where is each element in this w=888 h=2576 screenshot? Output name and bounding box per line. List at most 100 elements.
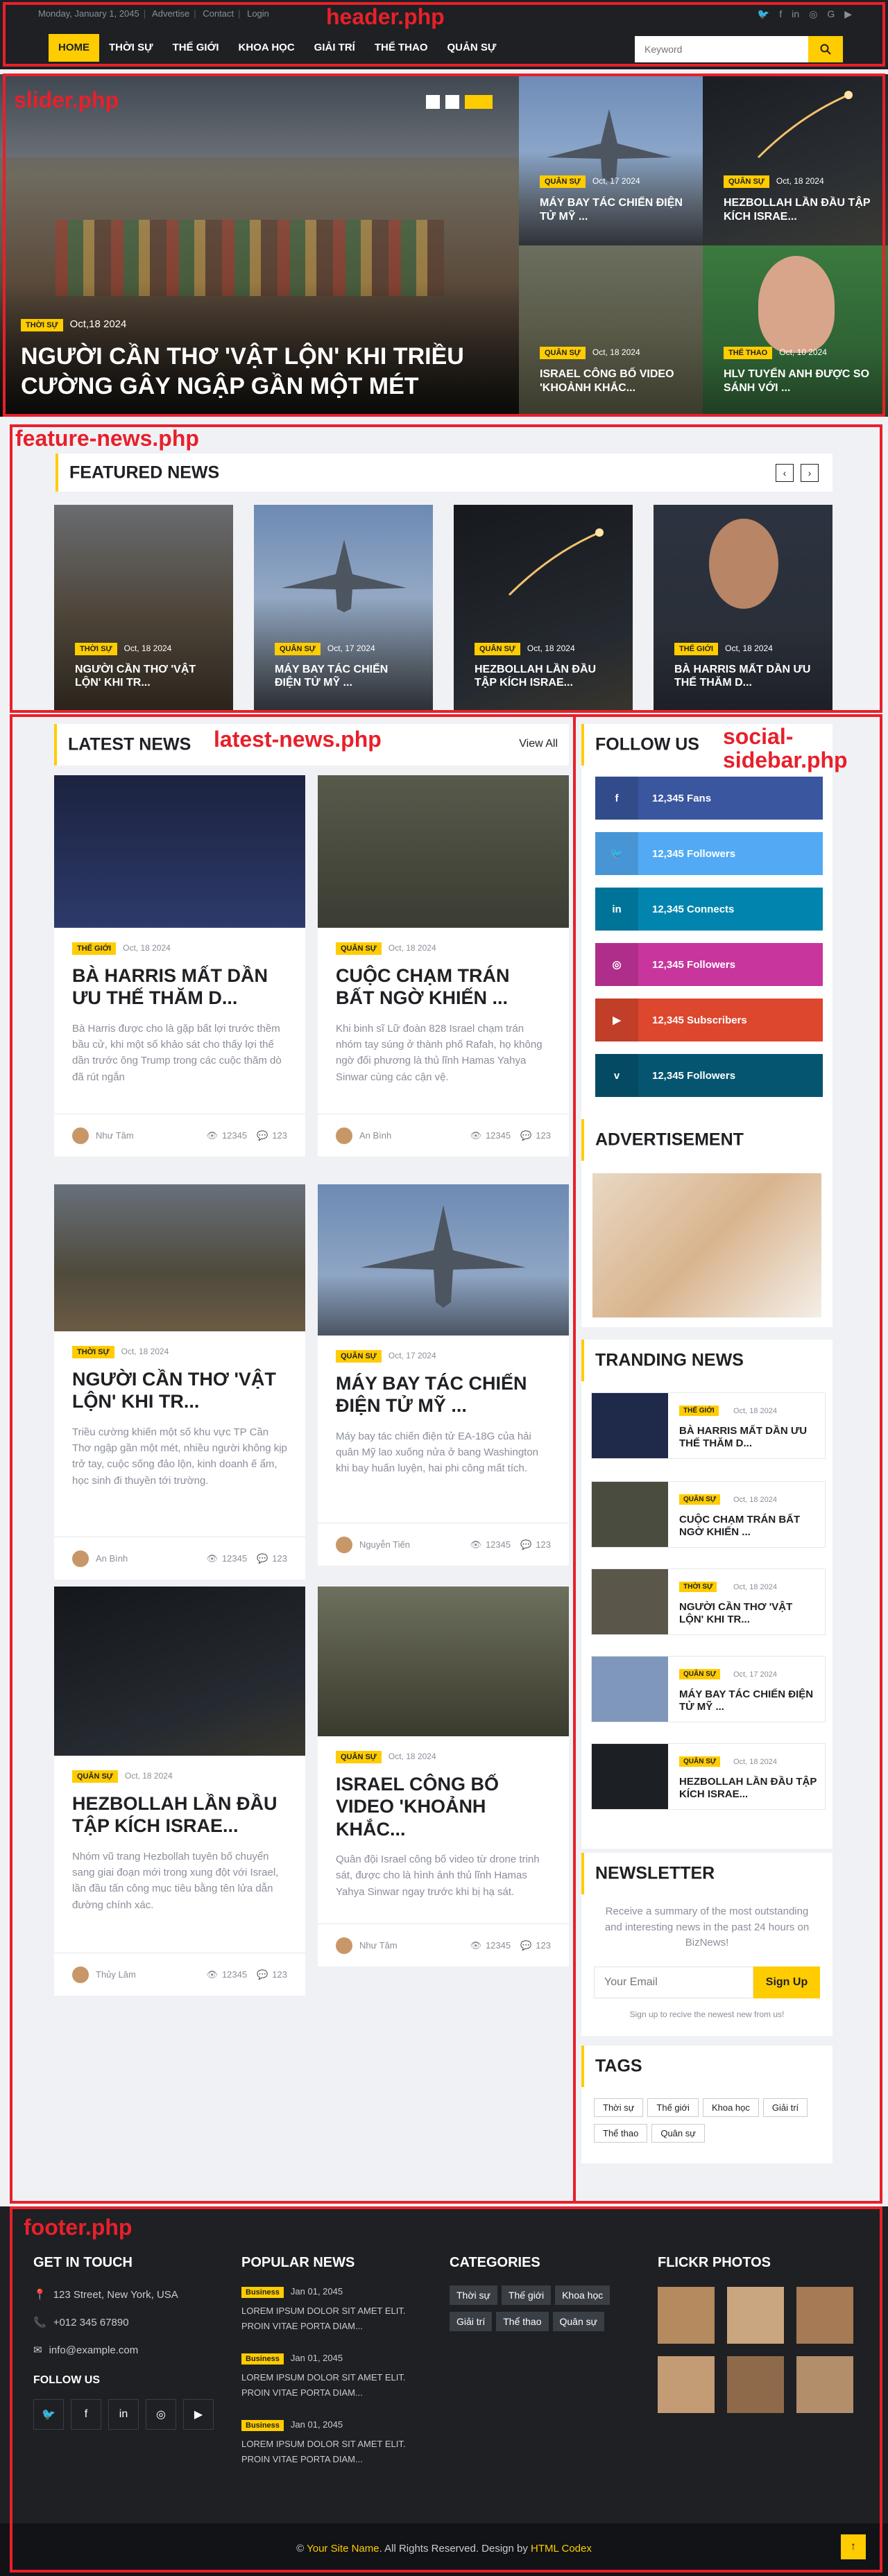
- slider-item-title[interactable]: Máy bay tác chiến điện tử Mỹ ...: [540, 196, 689, 224]
- view-all-link[interactable]: View All: [519, 738, 558, 750]
- search-button[interactable]: [808, 36, 843, 62]
- featured-title[interactable]: Máy bay tác chiến điện tử Mỹ ...: [275, 663, 413, 689]
- author-name[interactable]: An Bình: [96, 1553, 128, 1564]
- trending-title[interactable]: Bà Harris mất dần ưu thế thăm d...: [679, 1425, 818, 1450]
- category-badge[interactable]: Quân sự: [336, 1350, 382, 1363]
- slider-dot-active[interactable]: [465, 95, 493, 109]
- social-facebook[interactable]: f 12,345 Fans: [595, 777, 823, 820]
- author-name[interactable]: Thủy Lâm: [96, 1969, 136, 1980]
- social-youtube[interactable]: ▶ 12,345 Subscribers: [595, 999, 823, 1041]
- category-badge[interactable]: Quân sự: [336, 942, 382, 955]
- category-badge[interactable]: Thế giới: [679, 1406, 719, 1416]
- social-linkedin[interactable]: in 12,345 Connects: [595, 888, 823, 931]
- trending-item[interactable]: Thế giới Oct, 18 2024 Bà Harris mất dần ưu…: [591, 1392, 826, 1459]
- news-card[interactable]: Quân sự Oct, 18 2024 Cuộc chạm trán bất n…: [318, 775, 569, 1157]
- nav-giai-tri[interactable]: Giải trí: [305, 28, 365, 68]
- google-icon[interactable]: G: [827, 8, 835, 20]
- facebook-icon[interactable]: f: [71, 2399, 101, 2430]
- nav-quan-su[interactable]: Quản sự: [438, 28, 506, 68]
- flickr-photo[interactable]: [727, 2287, 784, 2344]
- slider-item-title[interactable]: Israel công bố video 'khoảnh khắc...: [540, 368, 689, 395]
- flickr-photo[interactable]: [658, 2287, 715, 2344]
- author-name[interactable]: Như Tâm: [96, 1130, 134, 1141]
- linkedin-icon[interactable]: in: [108, 2399, 139, 2430]
- slider-small-1[interactable]: Quân sự Oct, 17 2024 Máy bay tác chiến đi…: [519, 74, 703, 245]
- featured-title[interactable]: Bà Harris mất dần ưu thế thăm d...: [674, 663, 813, 689]
- tag-item[interactable]: Thể thao: [594, 2124, 648, 2143]
- news-card[interactable]: Quân sự Oct, 17 2024 Máy bay tác chiến đi…: [318, 1184, 569, 1566]
- slider-main[interactable]: Thời sự Oct,18 2024 Người Cần Thơ 'vật lộ…: [0, 74, 519, 417]
- category-badge[interactable]: Thể thao: [724, 347, 773, 359]
- category-badge[interactable]: Thời sự: [72, 1346, 114, 1358]
- slider-small-3[interactable]: Quân sự Oct, 18 2024 Israel công bố video…: [519, 245, 703, 417]
- tag-item[interactable]: Quân sự: [651, 2124, 705, 2143]
- slider-item-title[interactable]: HLV Tuyển Anh được so sánh với ...: [724, 368, 876, 395]
- contact-link[interactable]: Contact: [203, 8, 234, 19]
- tag-item[interactable]: Giải trí: [762, 2098, 808, 2117]
- nav-the-thao[interactable]: Thể thao: [365, 28, 438, 68]
- nav-thoi-su[interactable]: Thời sự: [99, 28, 163, 68]
- slider-item-title[interactable]: Hezbollah lần đầu tập kích Israe...: [724, 196, 876, 224]
- category-badge[interactable]: Quân sự: [679, 1669, 721, 1679]
- slider-main-title[interactable]: Người Cần Thơ 'vật lộn' khi triều cường …: [21, 342, 479, 401]
- news-card[interactable]: Thế giới Oct, 18 2024 Bà Harris mất dần ư…: [54, 775, 305, 1157]
- trending-title[interactable]: Hezbollah lần đầu tập kích Israe...: [679, 1776, 818, 1801]
- twitter-icon[interactable]: 🐦: [758, 8, 769, 20]
- trending-title[interactable]: Người Cần Thơ 'vật lộn' khi tr...: [679, 1601, 818, 1626]
- card-title[interactable]: Cuộc chạm trán bất ngờ khiến ...: [336, 965, 551, 1010]
- tag-item[interactable]: Khoa học: [702, 2098, 759, 2117]
- twitter-icon[interactable]: 🐦: [33, 2399, 64, 2430]
- category-badge[interactable]: Thời sự: [21, 319, 63, 331]
- author-name[interactable]: An Bình: [359, 1130, 391, 1141]
- card-title[interactable]: Người Cần Thơ 'vật lộn' khi tr...: [72, 1368, 287, 1413]
- featured-title[interactable]: Hezbollah lần đầu tập kích Israe...: [475, 663, 613, 689]
- flickr-photo[interactable]: [796, 2356, 853, 2413]
- carousel-prev-button[interactable]: ‹: [776, 464, 794, 482]
- author-name[interactable]: Nguyễn Tiến: [359, 1539, 410, 1550]
- trending-title[interactable]: Máy bay tác chiến điện tử Mỹ ...: [679, 1688, 818, 1713]
- site-link[interactable]: Your Site Name: [307, 2543, 379, 2555]
- category-badge[interactable]: Quân sự: [540, 347, 586, 359]
- category-link[interactable]: Thế giới: [501, 2285, 552, 2305]
- author-name[interactable]: Như Tâm: [359, 1940, 398, 1951]
- popular-item[interactable]: Business Jan 01, 2045 Lorem ipsum dolor si…: [241, 2352, 422, 2401]
- category-link[interactable]: Giải trí: [450, 2312, 493, 2331]
- trending-item[interactable]: Quân sự Oct, 18 2024 Cuộc chạm trán bất ng…: [591, 1481, 826, 1548]
- category-link[interactable]: Thời sự: [450, 2285, 497, 2305]
- instagram-icon[interactable]: ◎: [809, 8, 817, 20]
- nav-the-gioi[interactable]: Thế giới: [163, 28, 229, 68]
- carousel-next-button[interactable]: ›: [801, 464, 819, 482]
- featured-title[interactable]: Người Cần Thơ 'vật lộn' khi tr...: [75, 663, 214, 689]
- trending-item[interactable]: Quân sự Oct, 17 2024 Máy bay tác chiến điệ…: [591, 1656, 826, 1722]
- featured-card[interactable]: Thế giới Oct, 18 2024 Bà Harris mất dần ư…: [654, 505, 832, 710]
- trending-item[interactable]: Quân sự Oct, 18 2024 Hezbollah lần đầu tập…: [591, 1743, 826, 1810]
- email-field[interactable]: [595, 1967, 753, 1998]
- slider-small-2[interactable]: Quân sự Oct, 18 2024 Hezbollah lần đầu tậ…: [703, 74, 888, 245]
- category-badge[interactable]: Quân sự: [679, 1756, 721, 1767]
- youtube-icon[interactable]: ▶: [183, 2399, 214, 2430]
- category-badge[interactable]: Quân sự: [275, 643, 321, 655]
- nav-khoa-hoc[interactable]: Khoa học: [229, 28, 305, 68]
- category-badge[interactable]: Thời sự: [75, 643, 117, 655]
- card-title[interactable]: Bà Harris mất dần ưu thế thăm d...: [72, 965, 287, 1010]
- category-link[interactable]: Thể thao: [496, 2312, 549, 2331]
- tag-item[interactable]: Thế giới: [647, 2098, 699, 2117]
- news-card[interactable]: Thời sự Oct, 18 2024 Người Cần Thơ 'vật l…: [54, 1184, 305, 1580]
- category-badge[interactable]: Quân sự: [540, 175, 586, 188]
- tag-item[interactable]: Thời sự: [594, 2098, 644, 2117]
- flickr-photo[interactable]: [796, 2287, 853, 2344]
- popular-item[interactable]: Business Jan 01, 2045 Lorem ipsum dolor si…: [241, 2419, 422, 2467]
- instagram-icon[interactable]: ◎: [146, 2399, 176, 2430]
- linkedin-icon[interactable]: in: [792, 8, 799, 20]
- category-badge[interactable]: Thời sự: [679, 1582, 717, 1592]
- category-badge[interactable]: Quân sự: [336, 1751, 382, 1763]
- category-link[interactable]: Khoa học: [555, 2285, 610, 2305]
- category-link[interactable]: Quân sự: [552, 2312, 605, 2331]
- popular-item[interactable]: Business Jan 01, 2045 Lorem ipsum dolor si…: [241, 2285, 422, 2334]
- social-instagram[interactable]: ◎ 12,345 Followers: [595, 943, 823, 986]
- card-title[interactable]: Hezbollah lần đầu tập kích Israe...: [72, 1792, 287, 1838]
- designer-link[interactable]: HTML Codex: [531, 2543, 592, 2555]
- category-badge[interactable]: Quân sự: [679, 1494, 721, 1505]
- slider-small-4[interactable]: Thể thao Oct, 10 2024 HLV Tuyển Anh được …: [703, 245, 888, 417]
- card-title[interactable]: Máy bay tác chiến điện tử Mỹ ...: [336, 1372, 551, 1417]
